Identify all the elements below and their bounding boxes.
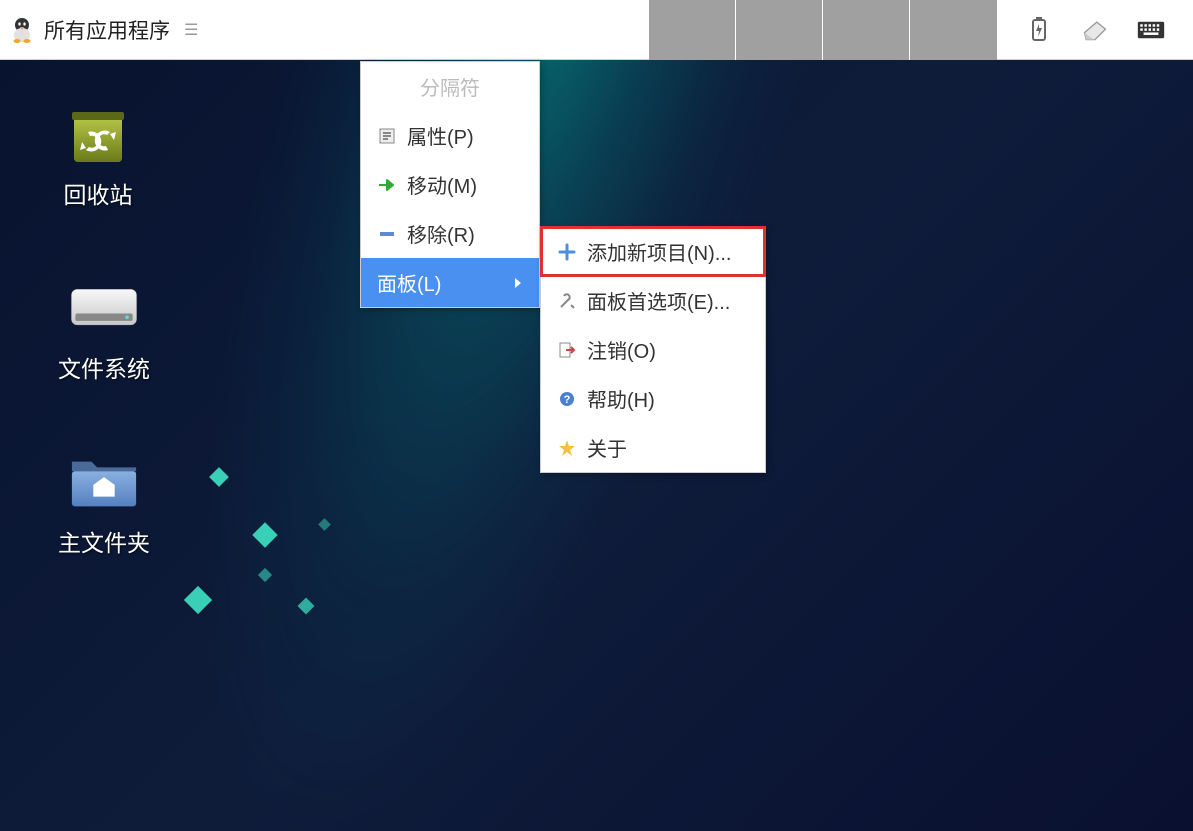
- menu-item-panel[interactable]: 面板(L): [361, 258, 539, 307]
- trash-label: 回收站: [64, 176, 133, 210]
- help-icon: ?: [557, 389, 577, 409]
- wallpaper-diamond: [258, 568, 272, 582]
- submenu-item-help[interactable]: ? 帮助(H): [541, 374, 765, 423]
- wallpaper-diamond: [209, 467, 229, 487]
- wallpaper-diamond: [184, 586, 212, 614]
- tray-block-4[interactable]: [910, 0, 997, 60]
- trash-icon: [62, 102, 134, 166]
- submenu-help-label: 帮助(H): [587, 384, 655, 413]
- tux-logo-icon[interactable]: [8, 16, 36, 44]
- panel-left-group: 所有应用程序 ☰: [0, 15, 198, 45]
- trash-desktop-icon[interactable]: 回收站: [62, 102, 134, 210]
- tray-block-2[interactable]: [736, 0, 823, 60]
- battery-icon[interactable]: [1025, 16, 1053, 44]
- menu-panel-label: 面板(L): [377, 268, 441, 297]
- submenu-about-label: 关于: [587, 433, 627, 462]
- logout-icon: [557, 340, 577, 360]
- home-desktop-icon[interactable]: 主文件夹: [58, 450, 150, 558]
- home-label: 主文件夹: [58, 524, 150, 558]
- submenu-add-label: 添加新项目(N)...: [587, 237, 731, 266]
- tray-block-3[interactable]: [823, 0, 910, 60]
- panel-submenu: 添加新项目(N)... 面板首选项(E)... 注销(O) ? 帮助(H) 关于: [540, 226, 766, 473]
- menu-header-label: 分隔符: [420, 72, 480, 101]
- wallpaper-diamond: [298, 598, 315, 615]
- star-icon: [557, 438, 577, 458]
- menu-item-properties[interactable]: 属性(P): [361, 111, 539, 160]
- filesystem-desktop-icon[interactable]: 文件系统: [58, 276, 150, 384]
- menu-separator-header: 分隔符: [361, 62, 539, 111]
- panel-right-group: [997, 16, 1193, 44]
- submenu-item-add-new[interactable]: 添加新项目(N)...: [541, 227, 765, 276]
- tray-window-blocks: [649, 0, 997, 60]
- submenu-logout-label: 注销(O): [587, 335, 656, 364]
- drive-icon: [68, 276, 140, 340]
- panel-context-menu: 分隔符 属性(P) 移动(M) 移除(R) 面板(L): [360, 61, 540, 308]
- top-panel: 所有应用程序 ☰: [0, 0, 1193, 60]
- menu-move-label: 移动(M): [407, 170, 477, 199]
- tray-block-1[interactable]: [649, 0, 736, 60]
- wallpaper-diamond: [252, 522, 277, 547]
- submenu-prefs-label: 面板首选项(E)...: [587, 286, 730, 315]
- submenu-arrow-icon: [513, 277, 523, 289]
- plus-icon: [557, 242, 577, 262]
- remove-minus-icon: [377, 224, 397, 244]
- keyboard-icon[interactable]: [1137, 16, 1165, 44]
- svg-text:?: ?: [564, 394, 571, 406]
- menu-properties-label: 属性(P): [407, 121, 474, 150]
- properties-icon: [377, 126, 397, 146]
- menu-item-move[interactable]: 移动(M): [361, 160, 539, 209]
- home-folder-icon: [68, 450, 140, 514]
- wallpaper-diamond: [318, 518, 331, 531]
- menu-item-remove[interactable]: 移除(R): [361, 209, 539, 258]
- menu-indicator-icon: ☰: [184, 20, 198, 40]
- menu-remove-label: 移除(R): [407, 219, 475, 248]
- submenu-item-logout[interactable]: 注销(O): [541, 325, 765, 374]
- eraser-icon[interactable]: [1081, 16, 1109, 44]
- tools-icon: [557, 291, 577, 311]
- all-apps-label[interactable]: 所有应用程序: [44, 15, 170, 45]
- submenu-item-preferences[interactable]: 面板首选项(E)...: [541, 276, 765, 325]
- submenu-item-about[interactable]: 关于: [541, 423, 765, 472]
- move-arrow-icon: [377, 175, 397, 195]
- filesystem-label: 文件系统: [58, 350, 150, 384]
